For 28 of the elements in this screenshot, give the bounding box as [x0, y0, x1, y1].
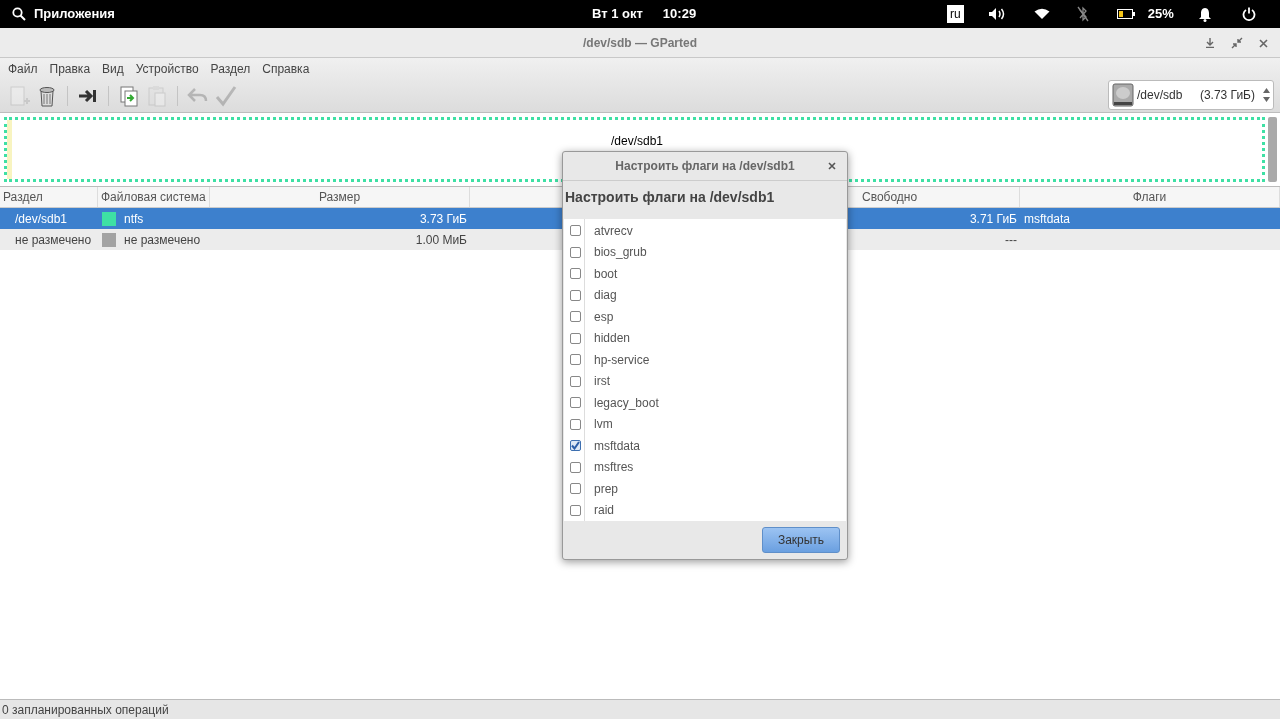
flag-label: prep	[594, 480, 619, 498]
flag-label: atvrecv	[594, 222, 633, 240]
flag-label: msftdata	[594, 437, 641, 455]
flag-label: boot	[594, 265, 618, 283]
dialog-heading: Настроить флаги на /dev/sdb1	[565, 189, 775, 205]
table-cell-text: /dev/sdb1	[15, 210, 68, 228]
table-cell-text: 3.73 ГиБ	[419, 210, 467, 228]
flag-label: msftres	[594, 459, 634, 477]
window-title: /dev/sdb — GParted	[583, 34, 697, 52]
table-cell-text: msftdata	[1024, 210, 1071, 228]
table-cell-text: не размечено	[15, 231, 92, 249]
table-cell-text: не размечено	[124, 231, 201, 249]
flag-label: hidden	[594, 330, 631, 348]
flag-label: hp-service	[594, 351, 650, 369]
dialog-title: Настроить флаги на /dev/sdb1	[615, 158, 795, 175]
table-cell-text: 3.71 ГиБ	[969, 210, 1017, 228]
table-cell-text: ntfs	[124, 210, 144, 228]
flag-label: raid	[594, 502, 614, 520]
table-cell-text: ---	[1005, 231, 1017, 249]
flag-label: irst	[594, 373, 610, 391]
flag-label: legacy_boot	[594, 394, 659, 412]
table-cell-text: 1.00 МиБ	[415, 231, 467, 249]
flag-label: bios_grub	[594, 244, 647, 262]
flag-label: lvm	[594, 416, 613, 434]
status-bar: 0 запланированных операций	[0, 699, 1280, 719]
flag-label: diag	[594, 287, 617, 305]
partition-label: /dev/sdb1	[610, 134, 663, 148]
flag-label: esp	[594, 308, 614, 326]
